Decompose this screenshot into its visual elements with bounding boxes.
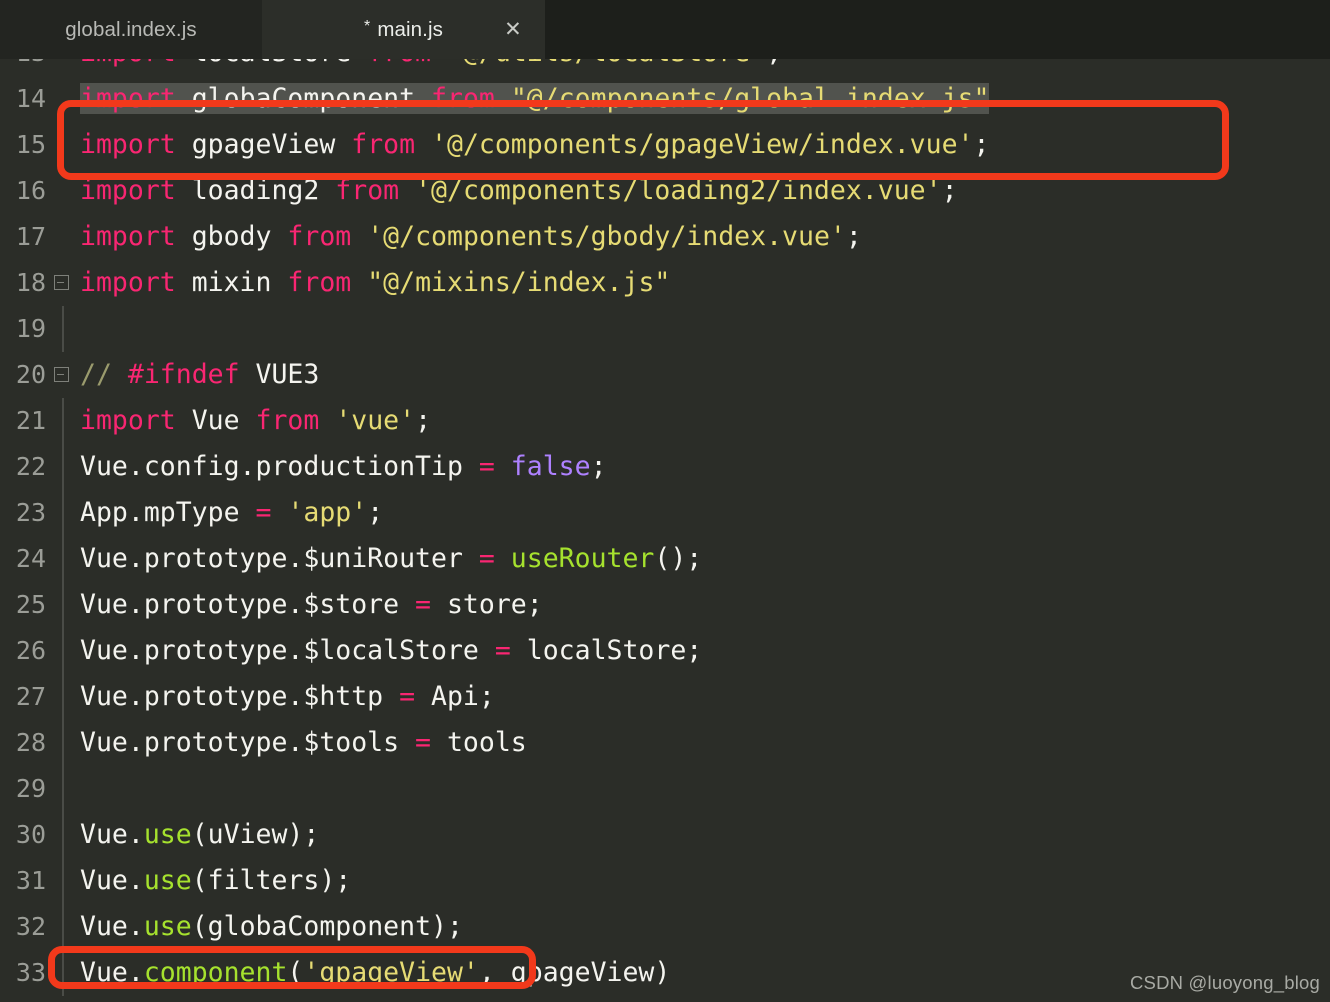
line-number: 28 (15, 728, 46, 757)
code-editor-viewport[interactable]: 13 import localStore from '@/utils/local… (0, 59, 1330, 1002)
watermark: CSDN @luoyong_blog (1129, 972, 1320, 993)
indent-guide (62, 490, 64, 536)
line-number: 20 (15, 360, 46, 389)
code-line[interactable]: 23 App.mpType = 'app'; (0, 490, 1330, 536)
code-line[interactable]: 17 import gbody from '@/components/gbody… (0, 214, 1330, 260)
code-line[interactable]: 32 Vue.use(globaComponent); (0, 904, 1330, 950)
indent-guide (62, 950, 64, 996)
line-number: 26 (15, 636, 46, 665)
code-line[interactable]: 29 (0, 766, 1330, 812)
line-content: Vue.prototype.$localStore = localStore; (80, 635, 703, 666)
indent-guide (62, 858, 64, 904)
line-content: import localStore from '@/utils/localSto… (80, 59, 782, 76)
line-number: 16 (15, 176, 46, 205)
line-number: 31 (15, 866, 46, 895)
line-content: Vue.prototype.$store = store; (80, 589, 543, 620)
code-lines-container: 13 import localStore from '@/utils/local… (0, 59, 1330, 996)
line-content: Vue.use(uView); (80, 819, 320, 850)
indent-guide (62, 812, 64, 858)
code-line[interactable]: 30 Vue.use(uView); (0, 812, 1330, 858)
line-number: 21 (15, 406, 46, 435)
line-content: import globaComponent from "@/components… (80, 83, 990, 114)
line-number: 13 (0, 59, 46, 76)
tab-global-index-js[interactable]: global.index.js (0, 0, 262, 59)
line-number: 24 (15, 544, 46, 573)
line-content: // #ifndef VUE3 (80, 359, 320, 390)
indent-guide (62, 306, 64, 352)
indent-guide (62, 674, 64, 720)
code-line[interactable]: 31 Vue.use(filters); (0, 858, 1330, 904)
line-content: import gbody from '@/components/gbody/in… (80, 221, 862, 252)
tab-main-js[interactable]: * main.js ✕ (262, 0, 545, 59)
line-content: Vue.config.productionTip = false; (80, 451, 607, 482)
code-line[interactable]: 20 // #ifndef VUE3 (0, 352, 1330, 398)
indent-guide (62, 766, 64, 812)
line-content: import gpageView from '@/components/gpag… (80, 129, 990, 160)
line-content: Vue.use(globaComponent); (80, 911, 463, 942)
indent-guide (62, 444, 64, 490)
tab-label: global.index.js (65, 17, 197, 41)
indent-guide (62, 628, 64, 674)
line-number: 25 (15, 590, 46, 619)
code-line[interactable]: 22 Vue.config.productionTip = false; (0, 444, 1330, 490)
line-content: App.mpType = 'app'; (80, 497, 384, 528)
line-number: 33 (15, 958, 46, 987)
line-number: 32 (15, 912, 46, 941)
code-line[interactable]: 13 import localStore from '@/utils/local… (0, 59, 1330, 76)
line-number: 27 (15, 682, 46, 711)
line-number: 23 (15, 498, 46, 527)
line-number: 17 (15, 222, 46, 251)
code-line[interactable]: 21 import Vue from 'vue'; (0, 398, 1330, 444)
indent-guide (62, 536, 64, 582)
indent-guide (62, 398, 64, 444)
line-content: Vue.use(filters); (80, 865, 352, 896)
code-fold-toggle-icon[interactable] (54, 275, 69, 290)
line-number: 22 (15, 452, 46, 481)
code-line[interactable]: 18 import mixin from "@/mixins/index.js" (0, 260, 1330, 306)
line-content: import loading2 from '@/components/loadi… (80, 175, 958, 206)
code-line[interactable]: 16 import loading2 from '@/components/lo… (0, 168, 1330, 214)
tab-label: main.js (377, 17, 443, 41)
line-content: Vue.prototype.$uniRouter = useRouter(); (80, 543, 703, 574)
line-content: import Vue from 'vue'; (80, 405, 432, 436)
close-icon[interactable]: ✕ (502, 18, 524, 41)
line-number: 30 (15, 820, 46, 849)
code-line[interactable]: 24 Vue.prototype.$uniRouter = useRouter(… (0, 536, 1330, 582)
code-line[interactable]: 15 import gpageView from '@/components/g… (0, 122, 1330, 168)
line-number: 19 (15, 314, 46, 343)
indent-guide (62, 904, 64, 950)
line-content: import mixin from "@/mixins/index.js" (80, 267, 671, 298)
line-content: Vue.prototype.$tools = tools (80, 727, 527, 758)
code-line[interactable]: 26 Vue.prototype.$localStore = localStor… (0, 628, 1330, 674)
line-number: 14 (15, 84, 46, 113)
indent-guide (62, 582, 64, 628)
line-content: Vue.component('gpageView', gpageView) (80, 957, 671, 988)
line-number: 29 (15, 774, 46, 803)
code-fold-toggle-icon[interactable] (54, 367, 69, 382)
code-line[interactable]: 28 Vue.prototype.$tools = tools (0, 720, 1330, 766)
code-line-selected[interactable]: 14 import globaComponent from "@/compone… (0, 76, 1330, 122)
line-content: Vue.prototype.$http = Api; (80, 681, 495, 712)
code-line[interactable]: 25 Vue.prototype.$store = store; (0, 582, 1330, 628)
indent-guide (62, 720, 64, 766)
editor-tab-bar: global.index.js * main.js ✕ (0, 0, 1330, 59)
line-number: 15 (15, 130, 46, 159)
code-line[interactable]: 19 (0, 306, 1330, 352)
line-number: 18 (15, 268, 46, 297)
code-line[interactable]: 27 Vue.prototype.$http = Api; (0, 674, 1330, 720)
